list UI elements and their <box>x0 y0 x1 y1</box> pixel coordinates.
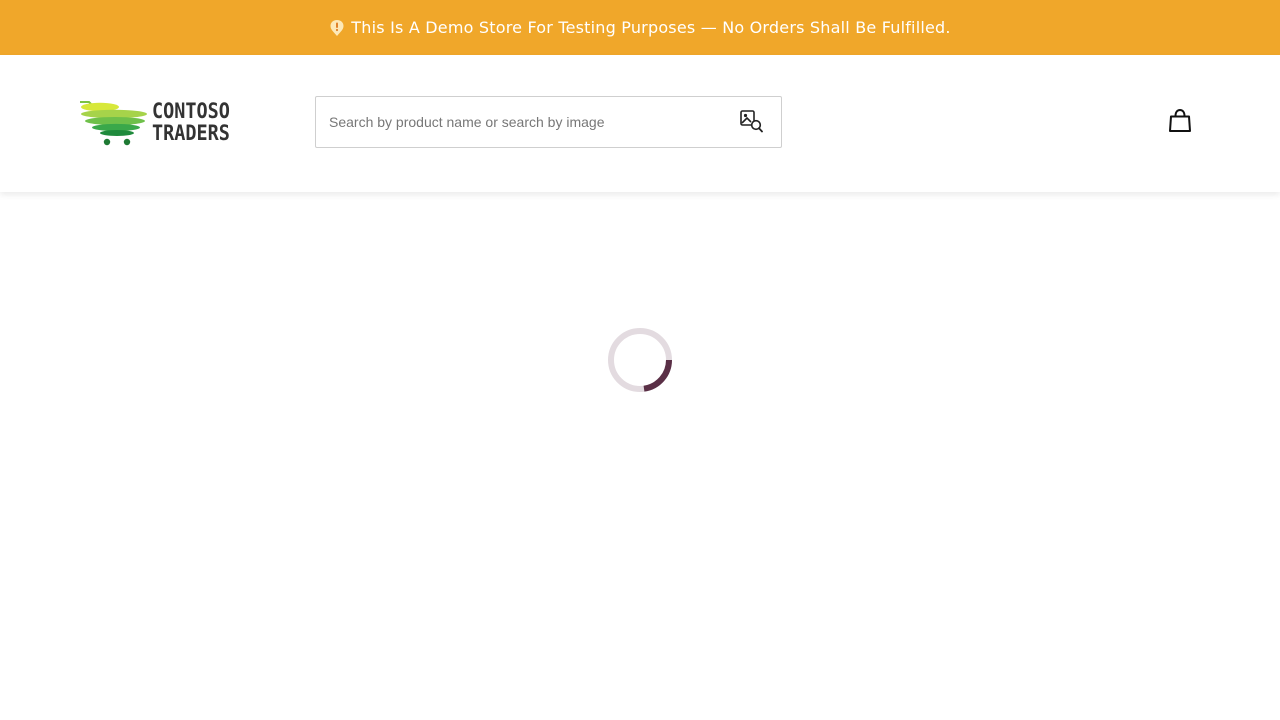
contoso-traders-logo[interactable]: CONTOSO TRADERS <box>80 97 260 147</box>
search-bar <box>315 96 782 148</box>
search-input[interactable] <box>316 97 726 147</box>
site-header: CONTOSO TRADERS <box>0 55 1280 192</box>
alert-pin-icon <box>329 19 345 37</box>
logo-text-traders: TRADERS <box>152 120 230 145</box>
logo-text-contoso: CONTOSO <box>152 98 230 123</box>
image-search-icon[interactable] <box>739 109 765 135</box>
loading-spinner-icon <box>607 327 673 393</box>
announcement-banner: This Is A Demo Store For Testing Purpose… <box>0 0 1280 55</box>
shopping-bag-icon[interactable] <box>1168 108 1192 134</box>
banner-text: This Is A Demo Store For Testing Purpose… <box>351 18 951 37</box>
cart-logo-icon <box>80 98 150 146</box>
